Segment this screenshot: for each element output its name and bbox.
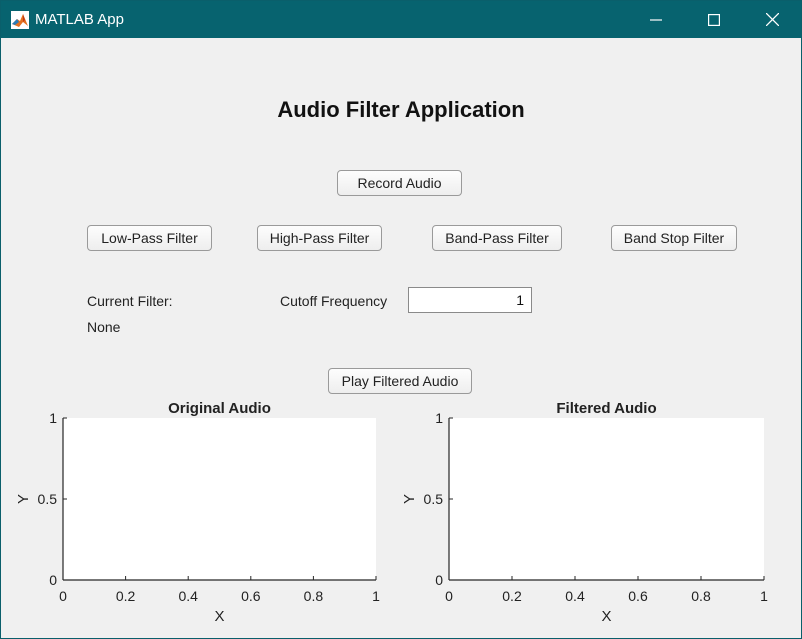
axes-title: Original Audio [168, 400, 271, 417]
y-tick-label: 0 [435, 572, 443, 588]
x-tick-label: 0.6 [241, 588, 261, 604]
axes-title: Filtered Audio [556, 400, 656, 417]
x-tick-label: 0.8 [304, 588, 324, 604]
minimize-button[interactable] [627, 1, 685, 38]
y-tick-label: 0 [49, 572, 57, 588]
x-tick-label: 0.2 [502, 588, 522, 604]
x-tick-label: 0.4 [178, 588, 198, 604]
y-tick-label: 1 [49, 410, 57, 426]
matlab-logo-icon [11, 11, 29, 29]
plot-area[interactable] [63, 418, 376, 580]
app-title: Audio Filter Application [277, 97, 525, 122]
band-stop-filter-button[interactable]: Band Stop Filter [611, 225, 737, 251]
y-tick-label: 0.5 [424, 491, 444, 507]
y-tick-label: 0.5 [38, 491, 58, 507]
y-axis-label: Y [401, 494, 418, 504]
low-pass-filter-button[interactable]: Low-Pass Filter [87, 225, 212, 251]
x-tick-label: 1 [372, 588, 380, 604]
close-button[interactable] [743, 1, 801, 38]
maximize-button[interactable] [685, 1, 743, 38]
cutoff-frequency-label: Cutoff Frequency [280, 293, 388, 309]
play-filtered-audio-button[interactable]: Play Filtered Audio [328, 368, 472, 394]
x-tick-label: 0 [445, 588, 453, 604]
cutoff-frequency-input[interactable] [408, 287, 532, 313]
x-tick-label: 1 [760, 588, 768, 604]
app-window: MATLAB App Audio Filter Application Reco… [0, 0, 802, 639]
x-tick-label: 0 [59, 588, 67, 604]
current-filter-value: None [87, 319, 121, 335]
plot-area[interactable] [449, 418, 764, 580]
x-axis-label: X [214, 608, 224, 625]
minimize-icon [650, 18, 662, 21]
maximize-icon [708, 13, 720, 26]
band-pass-filter-button[interactable]: Band-Pass Filter [432, 225, 562, 251]
x-tick-label: 0.8 [691, 588, 711, 604]
close-icon [765, 13, 779, 26]
x-axis-label: X [601, 608, 611, 625]
title-bar[interactable]: MATLAB App [1, 1, 801, 38]
window-title: MATLAB App [35, 11, 124, 28]
x-tick-label: 0.2 [116, 588, 136, 604]
record-audio-button[interactable]: Record Audio [337, 170, 462, 196]
original-audio-axes[interactable]: Original Audio 0 0.2 0.4 0.6 0.8 1 0 0.5 1 X Y [1, 393, 401, 633]
y-tick-label: 1 [435, 410, 443, 426]
y-axis-label: Y [15, 494, 32, 504]
filtered-audio-axes[interactable]: Filtered Audio 0 0.2 0.4 0.6 0.8 1 0 0.5 1 X Y [401, 393, 801, 633]
current-filter-label: Current Filter: [87, 293, 173, 309]
high-pass-filter-button[interactable]: High-Pass Filter [257, 225, 382, 251]
x-tick-label: 0.4 [565, 588, 585, 604]
x-tick-label: 0.6 [628, 588, 648, 604]
